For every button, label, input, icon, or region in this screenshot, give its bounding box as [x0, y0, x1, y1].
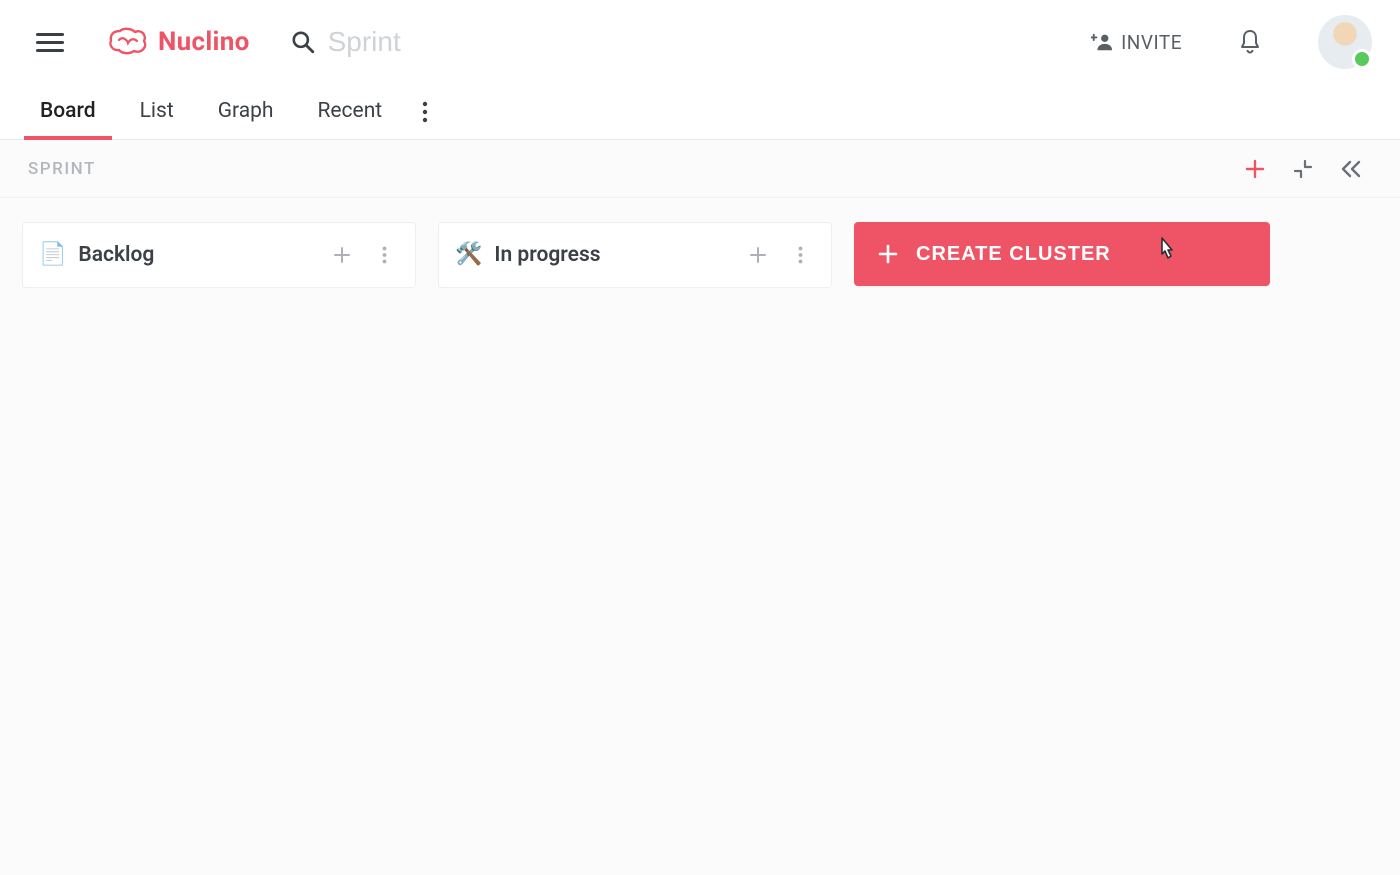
- menu-icon[interactable]: [36, 28, 64, 56]
- tabs-more-button[interactable]: [422, 101, 428, 139]
- plus-icon: [333, 246, 351, 264]
- collapse-button[interactable]: [1286, 152, 1320, 186]
- plus-icon: [1245, 159, 1265, 179]
- search-input[interactable]: [326, 25, 586, 59]
- board-column: 📄 Backlog: [22, 222, 416, 288]
- tab-graph[interactable]: Graph: [214, 99, 278, 139]
- tab-label: List: [140, 99, 174, 123]
- more-vertical-icon: [798, 246, 803, 264]
- column-title: Backlog: [78, 243, 315, 267]
- notifications-button[interactable]: [1238, 29, 1262, 55]
- view-tabs: Board List Graph Recent: [0, 84, 1400, 140]
- board-area: 📄 Backlog: [0, 198, 1400, 875]
- create-cluster-label: CREATE CLUSTER: [916, 243, 1111, 266]
- collapse-icon: [1293, 159, 1313, 179]
- app-header: Nuclino INVITE: [0, 0, 1400, 84]
- column-emoji: 🛠️: [455, 244, 482, 266]
- tab-recent[interactable]: Recent: [313, 99, 386, 139]
- column-more-button[interactable]: [785, 240, 815, 270]
- search-icon[interactable]: [290, 29, 316, 55]
- more-vertical-icon: [422, 101, 428, 123]
- tab-list[interactable]: List: [136, 99, 178, 139]
- create-cluster-button[interactable]: CREATE CLUSTER: [854, 222, 1270, 286]
- brain-icon: [108, 27, 148, 57]
- column-add-button[interactable]: [327, 240, 357, 270]
- avatar[interactable]: [1318, 15, 1372, 69]
- tab-board[interactable]: Board: [36, 99, 100, 139]
- plus-icon: [749, 246, 767, 264]
- tab-label: Recent: [317, 99, 382, 123]
- column-header: 🛠️ In progress: [439, 223, 831, 287]
- cursor-pointer-icon: [1154, 236, 1176, 264]
- more-vertical-icon: [382, 246, 387, 264]
- column-title: In progress: [494, 243, 731, 267]
- chevron-double-left-icon: [1340, 159, 1362, 179]
- invite-label: INVITE: [1121, 31, 1182, 54]
- board-subbar: SPRINT: [0, 140, 1400, 198]
- board-title: SPRINT: [28, 159, 96, 179]
- invite-button[interactable]: INVITE: [1091, 31, 1182, 54]
- hide-panel-button[interactable]: [1334, 152, 1368, 186]
- add-button[interactable]: [1238, 152, 1272, 186]
- search: [290, 25, 586, 59]
- tab-label: Board: [40, 99, 96, 123]
- plus-icon: [878, 244, 898, 264]
- bell-icon: [1238, 29, 1262, 55]
- brand-logo[interactable]: Nuclino: [108, 27, 250, 57]
- board-column: 🛠️ In progress: [438, 222, 832, 288]
- column-add-button[interactable]: [743, 240, 773, 270]
- tab-label: Graph: [218, 99, 274, 123]
- person-add-icon: [1091, 32, 1113, 52]
- column-header: 📄 Backlog: [23, 223, 415, 287]
- column-more-button[interactable]: [369, 240, 399, 270]
- column-emoji: 📄: [39, 244, 66, 266]
- brand-name: Nuclino: [158, 27, 250, 57]
